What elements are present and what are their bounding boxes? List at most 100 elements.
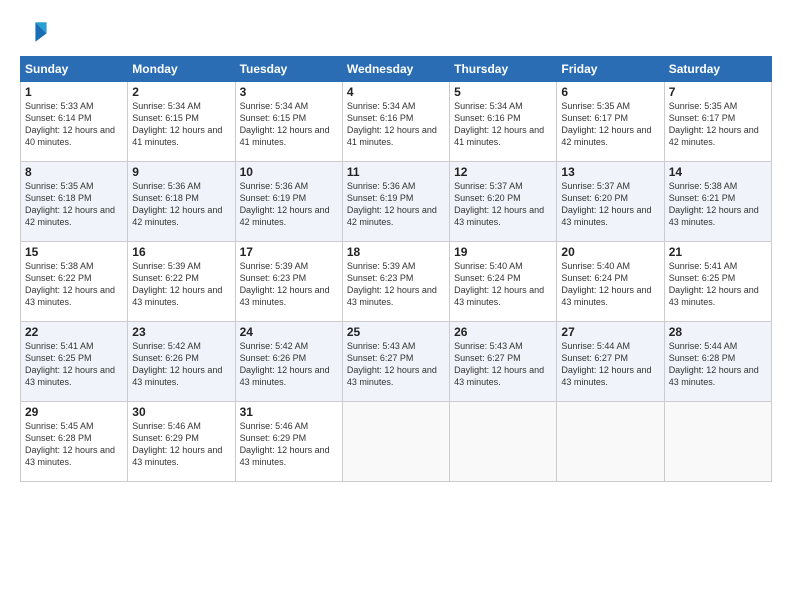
- day-number: 13: [561, 165, 659, 179]
- calendar-cell: 26 Sunrise: 5:43 AMSunset: 6:27 PMDaylig…: [450, 322, 557, 402]
- day-number: 19: [454, 245, 552, 259]
- calendar-cell: 5 Sunrise: 5:34 AMSunset: 6:16 PMDayligh…: [450, 82, 557, 162]
- calendar-cell: 6 Sunrise: 5:35 AMSunset: 6:17 PMDayligh…: [557, 82, 664, 162]
- calendar-cell: 14 Sunrise: 5:38 AMSunset: 6:21 PMDaylig…: [664, 162, 771, 242]
- calendar-cell: 29 Sunrise: 5:45 AMSunset: 6:28 PMDaylig…: [21, 402, 128, 482]
- day-number: 26: [454, 325, 552, 339]
- calendar-week-5: 29 Sunrise: 5:45 AMSunset: 6:28 PMDaylig…: [21, 402, 772, 482]
- day-number: 5: [454, 85, 552, 99]
- calendar-cell: 3 Sunrise: 5:34 AMSunset: 6:15 PMDayligh…: [235, 82, 342, 162]
- day-number: 27: [561, 325, 659, 339]
- weekday-header-sunday: Sunday: [21, 57, 128, 82]
- day-info: Sunrise: 5:44 AMSunset: 6:27 PMDaylight:…: [561, 341, 651, 387]
- calendar-cell: 25 Sunrise: 5:43 AMSunset: 6:27 PMDaylig…: [342, 322, 449, 402]
- day-info: Sunrise: 5:42 AMSunset: 6:26 PMDaylight:…: [240, 341, 330, 387]
- day-info: Sunrise: 5:37 AMSunset: 6:20 PMDaylight:…: [454, 181, 544, 227]
- day-info: Sunrise: 5:41 AMSunset: 6:25 PMDaylight:…: [669, 261, 759, 307]
- calendar-week-2: 8 Sunrise: 5:35 AMSunset: 6:18 PMDayligh…: [21, 162, 772, 242]
- calendar-cell: [450, 402, 557, 482]
- calendar-cell: 24 Sunrise: 5:42 AMSunset: 6:26 PMDaylig…: [235, 322, 342, 402]
- calendar-cell: 20 Sunrise: 5:40 AMSunset: 6:24 PMDaylig…: [557, 242, 664, 322]
- day-info: Sunrise: 5:36 AMSunset: 6:18 PMDaylight:…: [132, 181, 222, 227]
- logo: [20, 18, 52, 46]
- day-number: 11: [347, 165, 445, 179]
- day-info: Sunrise: 5:44 AMSunset: 6:28 PMDaylight:…: [669, 341, 759, 387]
- calendar-cell: 22 Sunrise: 5:41 AMSunset: 6:25 PMDaylig…: [21, 322, 128, 402]
- day-info: Sunrise: 5:39 AMSunset: 6:23 PMDaylight:…: [240, 261, 330, 307]
- day-number: 16: [132, 245, 230, 259]
- weekday-header-monday: Monday: [128, 57, 235, 82]
- calendar-cell: 30 Sunrise: 5:46 AMSunset: 6:29 PMDaylig…: [128, 402, 235, 482]
- calendar-cell: 19 Sunrise: 5:40 AMSunset: 6:24 PMDaylig…: [450, 242, 557, 322]
- day-number: 24: [240, 325, 338, 339]
- day-info: Sunrise: 5:33 AMSunset: 6:14 PMDaylight:…: [25, 101, 115, 147]
- page: SundayMondayTuesdayWednesdayThursdayFrid…: [0, 0, 792, 612]
- day-number: 29: [25, 405, 123, 419]
- day-number: 7: [669, 85, 767, 99]
- calendar-cell: 7 Sunrise: 5:35 AMSunset: 6:17 PMDayligh…: [664, 82, 771, 162]
- day-number: 30: [132, 405, 230, 419]
- calendar-week-1: 1 Sunrise: 5:33 AMSunset: 6:14 PMDayligh…: [21, 82, 772, 162]
- day-number: 23: [132, 325, 230, 339]
- day-number: 1: [25, 85, 123, 99]
- day-info: Sunrise: 5:37 AMSunset: 6:20 PMDaylight:…: [561, 181, 651, 227]
- day-number: 2: [132, 85, 230, 99]
- calendar-cell: 11 Sunrise: 5:36 AMSunset: 6:19 PMDaylig…: [342, 162, 449, 242]
- day-info: Sunrise: 5:35 AMSunset: 6:17 PMDaylight:…: [669, 101, 759, 147]
- day-info: Sunrise: 5:46 AMSunset: 6:29 PMDaylight:…: [240, 421, 330, 467]
- calendar-week-3: 15 Sunrise: 5:38 AMSunset: 6:22 PMDaylig…: [21, 242, 772, 322]
- calendar-week-4: 22 Sunrise: 5:41 AMSunset: 6:25 PMDaylig…: [21, 322, 772, 402]
- day-number: 8: [25, 165, 123, 179]
- calendar-cell: 16 Sunrise: 5:39 AMSunset: 6:22 PMDaylig…: [128, 242, 235, 322]
- day-number: 10: [240, 165, 338, 179]
- calendar-cell: 23 Sunrise: 5:42 AMSunset: 6:26 PMDaylig…: [128, 322, 235, 402]
- day-info: Sunrise: 5:43 AMSunset: 6:27 PMDaylight:…: [347, 341, 437, 387]
- day-info: Sunrise: 5:36 AMSunset: 6:19 PMDaylight:…: [347, 181, 437, 227]
- day-info: Sunrise: 5:42 AMSunset: 6:26 PMDaylight:…: [132, 341, 222, 387]
- day-info: Sunrise: 5:45 AMSunset: 6:28 PMDaylight:…: [25, 421, 115, 467]
- weekday-header-wednesday: Wednesday: [342, 57, 449, 82]
- day-number: 21: [669, 245, 767, 259]
- day-info: Sunrise: 5:40 AMSunset: 6:24 PMDaylight:…: [561, 261, 651, 307]
- calendar-cell: 15 Sunrise: 5:38 AMSunset: 6:22 PMDaylig…: [21, 242, 128, 322]
- day-info: Sunrise: 5:34 AMSunset: 6:15 PMDaylight:…: [240, 101, 330, 147]
- calendar-cell: 31 Sunrise: 5:46 AMSunset: 6:29 PMDaylig…: [235, 402, 342, 482]
- day-number: 20: [561, 245, 659, 259]
- calendar-cell: 9 Sunrise: 5:36 AMSunset: 6:18 PMDayligh…: [128, 162, 235, 242]
- day-number: 14: [669, 165, 767, 179]
- day-number: 6: [561, 85, 659, 99]
- logo-icon: [20, 18, 48, 46]
- day-info: Sunrise: 5:35 AMSunset: 6:18 PMDaylight:…: [25, 181, 115, 227]
- weekday-header-saturday: Saturday: [664, 57, 771, 82]
- calendar-cell: [664, 402, 771, 482]
- day-info: Sunrise: 5:46 AMSunset: 6:29 PMDaylight:…: [132, 421, 222, 467]
- weekday-header-thursday: Thursday: [450, 57, 557, 82]
- day-number: 4: [347, 85, 445, 99]
- calendar-cell: [342, 402, 449, 482]
- calendar-cell: [557, 402, 664, 482]
- day-info: Sunrise: 5:35 AMSunset: 6:17 PMDaylight:…: [561, 101, 651, 147]
- day-number: 9: [132, 165, 230, 179]
- weekday-header-tuesday: Tuesday: [235, 57, 342, 82]
- calendar-cell: 1 Sunrise: 5:33 AMSunset: 6:14 PMDayligh…: [21, 82, 128, 162]
- calendar-cell: 10 Sunrise: 5:36 AMSunset: 6:19 PMDaylig…: [235, 162, 342, 242]
- day-number: 25: [347, 325, 445, 339]
- calendar-cell: 18 Sunrise: 5:39 AMSunset: 6:23 PMDaylig…: [342, 242, 449, 322]
- calendar-cell: 13 Sunrise: 5:37 AMSunset: 6:20 PMDaylig…: [557, 162, 664, 242]
- day-info: Sunrise: 5:43 AMSunset: 6:27 PMDaylight:…: [454, 341, 544, 387]
- calendar-header-row: SundayMondayTuesdayWednesdayThursdayFrid…: [21, 57, 772, 82]
- calendar-cell: 8 Sunrise: 5:35 AMSunset: 6:18 PMDayligh…: [21, 162, 128, 242]
- day-info: Sunrise: 5:39 AMSunset: 6:23 PMDaylight:…: [347, 261, 437, 307]
- day-number: 12: [454, 165, 552, 179]
- day-number: 31: [240, 405, 338, 419]
- calendar-cell: 21 Sunrise: 5:41 AMSunset: 6:25 PMDaylig…: [664, 242, 771, 322]
- day-info: Sunrise: 5:38 AMSunset: 6:21 PMDaylight:…: [669, 181, 759, 227]
- day-info: Sunrise: 5:34 AMSunset: 6:16 PMDaylight:…: [347, 101, 437, 147]
- calendar-cell: 2 Sunrise: 5:34 AMSunset: 6:15 PMDayligh…: [128, 82, 235, 162]
- weekday-header-friday: Friday: [557, 57, 664, 82]
- day-info: Sunrise: 5:39 AMSunset: 6:22 PMDaylight:…: [132, 261, 222, 307]
- day-number: 18: [347, 245, 445, 259]
- day-info: Sunrise: 5:38 AMSunset: 6:22 PMDaylight:…: [25, 261, 115, 307]
- day-number: 15: [25, 245, 123, 259]
- day-number: 22: [25, 325, 123, 339]
